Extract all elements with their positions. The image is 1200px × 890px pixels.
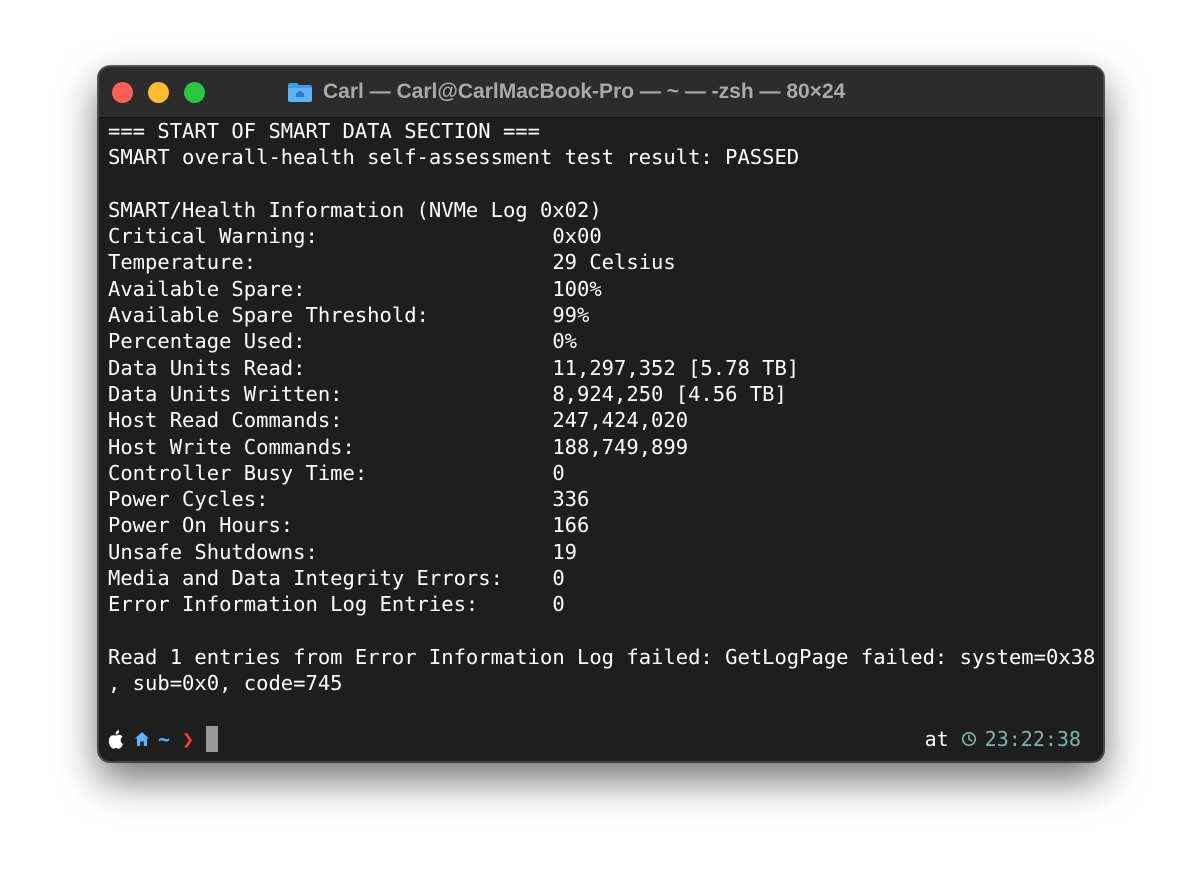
apple-icon <box>108 730 123 749</box>
terminal-line: Power On Hours: 166 <box>108 513 590 538</box>
clock-icon <box>961 732 976 746</box>
terminal-line: Available Spare Threshold: 99% <box>108 303 590 328</box>
terminal-line: Controller Busy Time: 0 <box>108 460 565 485</box>
close-button[interactable] <box>112 82 133 103</box>
terminal-line: Host Read Commands: 247,424,020 <box>108 408 689 433</box>
window-title: Carl — Carl@CarlMacBook-Pro — ~ — -zsh —… <box>287 78 845 106</box>
terminal-line: , sub=0x0, code=745 <box>108 671 343 696</box>
terminal-line: === START OF SMART DATA SECTION === <box>108 119 540 143</box>
terminal-line: Temperature: 29 Celsius <box>108 250 676 275</box>
terminal-line: Unsafe Shutdowns: 19 <box>108 539 577 564</box>
prompt-directory: ~ <box>158 727 171 751</box>
terminal-line: Data Units Read: 11,297,352 [5.78 TB] <box>108 355 800 380</box>
terminal-output[interactable]: === START OF SMART DATA SECTION === SMART… <box>108 118 1098 697</box>
terminal-line: SMART/Health Information (NVMe Log 0x02) <box>108 197 602 222</box>
terminal-line: Power Cycles: 336 <box>108 487 590 512</box>
shell-prompt: ~ ❯ <box>108 726 219 752</box>
terminal-line: SMART overall-health self-assessment tes… <box>108 145 800 170</box>
terminal-line: Critical Warning: 0x00 <box>108 224 602 249</box>
zoom-button[interactable] <box>184 82 205 103</box>
right-prompt-label: at <box>924 727 949 751</box>
text-cursor[interactable] <box>206 726 219 752</box>
prompt-time: 23:22:38 <box>984 727 1081 751</box>
terminal-line: Read 1 entries from Error Information Lo… <box>108 644 1096 669</box>
terminal-line: Host Write Commands: 188,749,899 <box>108 434 689 459</box>
minimize-button[interactable] <box>148 82 169 103</box>
terminal-line: Available Spare: 100% <box>108 276 602 301</box>
terminal-line: Percentage Used: 0% <box>108 329 577 354</box>
terminal-line: Data Units Written: 8,924,250 [4.56 TB] <box>108 381 787 406</box>
title-bar[interactable]: Carl — Carl@CarlMacBook-Pro — ~ — -zsh —… <box>99 67 1103 118</box>
prompt-symbol: ❯ <box>182 727 195 751</box>
terminal-window: Carl — Carl@CarlMacBook-Pro — ~ — -zsh —… <box>98 66 1104 762</box>
home-icon <box>135 732 149 746</box>
terminal-line: Error Information Log Entries: 0 <box>108 592 565 617</box>
right-prompt: at 23:22:38 <box>925 726 1081 752</box>
window-title-text: Carl — Carl@CarlMacBook-Pro — ~ — -zsh —… <box>323 80 846 103</box>
folder-icon <box>288 83 312 102</box>
terminal-line: Media and Data Integrity Errors: 0 <box>108 566 565 591</box>
